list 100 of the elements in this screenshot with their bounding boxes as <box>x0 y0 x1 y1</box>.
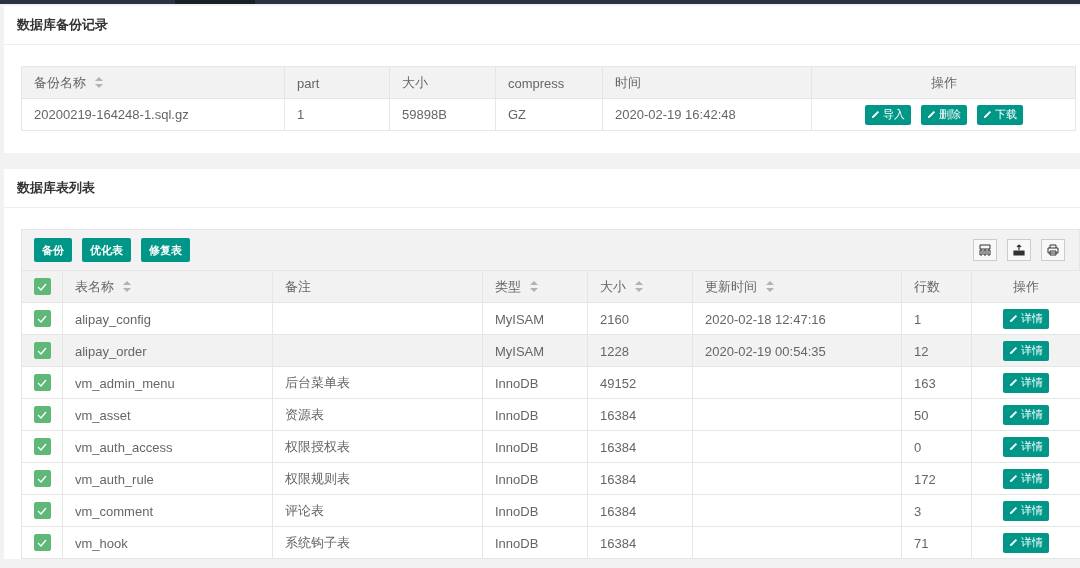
table-cell: vm_hook <box>75 535 128 551</box>
table-cell: 0 <box>914 439 922 455</box>
sort-icon[interactable] <box>123 281 131 292</box>
pencil-icon <box>1009 314 1018 323</box>
table-cell: 2160 <box>600 311 629 327</box>
toolbar-button[interactable]: 修复表 <box>141 238 190 262</box>
row-checkbox[interactable] <box>33 406 51 424</box>
pencil-icon <box>926 110 936 119</box>
pencil-icon <box>870 110 880 119</box>
print-icon <box>1047 244 1059 256</box>
table-cell: vm_auth_access <box>75 439 173 455</box>
table-cell: 权限授权表 <box>285 437 350 456</box>
table-row[interactable]: vm_comment 评论表 InnoDB 16384 3 详情 <box>21 494 1080 527</box>
panel-title: 数据库表列表 <box>4 169 1080 208</box>
table-cell: 2020-02-19 16:42:48 <box>602 98 812 131</box>
table-cell: InnoDB <box>495 535 539 551</box>
details-button[interactable]: 详情 <box>1003 404 1049 425</box>
sort-icon[interactable] <box>530 281 538 292</box>
table-cell: alipay_order <box>75 343 147 359</box>
toolbar-button[interactable]: 优化表 <box>82 238 131 262</box>
column-header: 类型 <box>495 277 521 296</box>
column-header: 表名称 <box>75 277 114 296</box>
details-button[interactable]: 详情 <box>1003 532 1049 553</box>
table-cell: MyISAM <box>495 343 545 359</box>
pencil-icon <box>1009 378 1018 387</box>
table-row[interactable]: alipay_order MyISAM 1228 2020-02-19 00:54:35 12 详情 <box>21 334 1080 367</box>
table-cell: vm_auth_rule <box>75 471 154 487</box>
checkmark-icon <box>37 282 47 291</box>
table-cell: vm_comment <box>75 503 154 519</box>
table-cell: 172 <box>914 471 936 487</box>
table-cell: 71 <box>914 535 929 551</box>
table-cell: 1228 <box>600 343 629 359</box>
table-cell: 16384 <box>600 503 637 519</box>
table-cell: 50 <box>914 407 929 423</box>
row-checkbox[interactable] <box>33 502 51 520</box>
checkmark-icon <box>37 410 47 419</box>
select-all-checkbox[interactable] <box>33 278 51 296</box>
column-header: 备份名称 <box>34 73 86 92</box>
table-cell: 16384 <box>600 439 637 455</box>
details-button[interactable]: 详情 <box>1003 308 1049 329</box>
table-cell: 12 <box>914 343 929 359</box>
checkmark-icon <box>37 538 47 547</box>
table-row[interactable]: vm_auth_rule 权限规则表 InnoDB 16384 172 详情 <box>21 462 1080 495</box>
column-header: 更新时间 <box>705 277 757 296</box>
row-checkbox[interactable] <box>33 470 51 488</box>
details-button[interactable]: 详情 <box>1003 500 1049 521</box>
checkmark-icon <box>37 442 47 451</box>
pencil-icon <box>982 110 992 119</box>
details-button[interactable]: 详情 <box>1003 340 1049 361</box>
table-cell: InnoDB <box>495 471 539 487</box>
row-checkbox[interactable] <box>33 438 51 456</box>
table-row[interactable]: alipay_config MyISAM 2160 2020-02-18 12:47:16 1 详情 <box>21 302 1080 335</box>
column-header: part <box>297 75 320 91</box>
row-checkbox[interactable] <box>33 342 51 360</box>
checkmark-icon <box>37 506 47 515</box>
column-header: 操作 <box>930 73 957 92</box>
details-button[interactable]: 详情 <box>1003 372 1049 393</box>
column-header: compress <box>508 75 565 91</box>
sort-icon[interactable] <box>95 77 103 88</box>
pencil-icon <box>1009 346 1018 355</box>
table-row[interactable]: vm_hook 系统钩子表 InnoDB 16384 71 详情 <box>21 526 1080 559</box>
pencil-icon <box>1009 506 1018 515</box>
row-checkbox[interactable] <box>33 310 51 328</box>
table-cell: 2020-02-18 12:47:16 <box>705 311 826 327</box>
details-button[interactable]: 详情 <box>1003 468 1049 489</box>
sort-icon[interactable] <box>766 281 774 292</box>
pencil-icon <box>1009 538 1018 547</box>
action-button[interactable]: 导入 <box>864 104 911 125</box>
pencil-icon <box>1009 442 1018 451</box>
column-header: 操作 <box>1013 277 1039 296</box>
details-button[interactable]: 详情 <box>1003 436 1049 457</box>
pencil-icon <box>1009 474 1018 483</box>
action-button[interactable]: 删除 <box>920 104 967 125</box>
columns-icon <box>979 244 991 256</box>
row-checkbox[interactable] <box>33 374 51 392</box>
columns-button[interactable] <box>973 239 997 261</box>
table-cell: MyISAM <box>495 311 545 327</box>
table-cell: 16384 <box>600 535 637 551</box>
table-cell: 163 <box>914 375 936 391</box>
table-row[interactable]: vm_admin_menu 后台菜单表 InnoDB 49152 163 详情 <box>21 366 1080 399</box>
table-cell: 59898B <box>389 98 496 131</box>
table-cell: 评论表 <box>285 501 324 520</box>
export-icon <box>1013 244 1025 256</box>
sort-icon[interactable] <box>635 281 643 292</box>
table-cell: 16384 <box>600 471 637 487</box>
table-cell: 资源表 <box>285 405 324 424</box>
action-button[interactable]: 下载 <box>976 104 1023 125</box>
export-button[interactable] <box>1007 239 1031 261</box>
column-header: 行数 <box>914 277 940 296</box>
table-cell: alipay_config <box>75 311 151 327</box>
column-header: 大小 <box>600 277 626 296</box>
table-row[interactable]: vm_asset 资源表 InnoDB 16384 50 详情 <box>21 398 1080 431</box>
row-checkbox[interactable] <box>33 534 51 552</box>
table-cell: 后台菜单表 <box>285 373 350 392</box>
column-header: 备注 <box>285 277 311 296</box>
table-cell: GZ <box>495 98 603 131</box>
pencil-icon <box>1009 410 1018 419</box>
toolbar-button[interactable]: 备份 <box>34 238 72 262</box>
print-button[interactable] <box>1041 239 1065 261</box>
table-row[interactable]: vm_auth_access 权限授权表 InnoDB 16384 0 详情 <box>21 430 1080 463</box>
